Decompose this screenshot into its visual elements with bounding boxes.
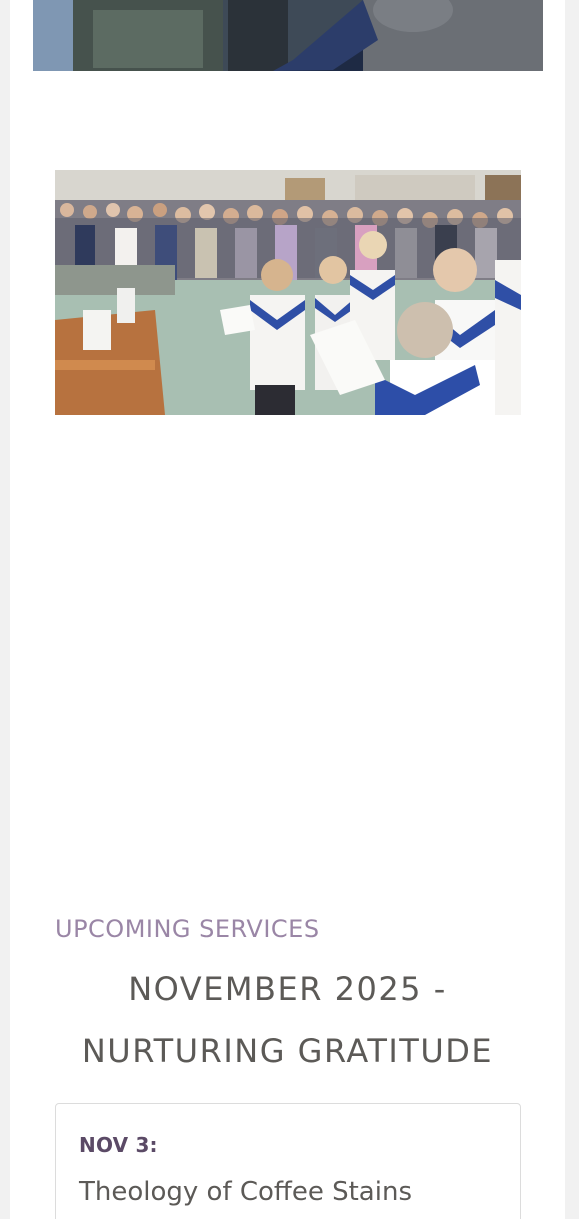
upcoming-services-label: UPCOMING SERVICES [55, 915, 320, 943]
top-photo [33, 0, 543, 71]
service-date: NOV 3: [79, 1133, 158, 1157]
month-theme-title: NOVEMBER 2025 - NURTURING GRATITUDE [81, 970, 494, 1070]
service-card[interactable]: NOV 3: Theology of Coffee Stains [55, 1103, 521, 1219]
congregation-photo [55, 170, 521, 415]
page-content: UPCOMING SERVICES NOVEMBER 2025 - NURTUR… [10, 0, 565, 1219]
service-title[interactable]: Theology of Coffee Stains [79, 1177, 412, 1207]
